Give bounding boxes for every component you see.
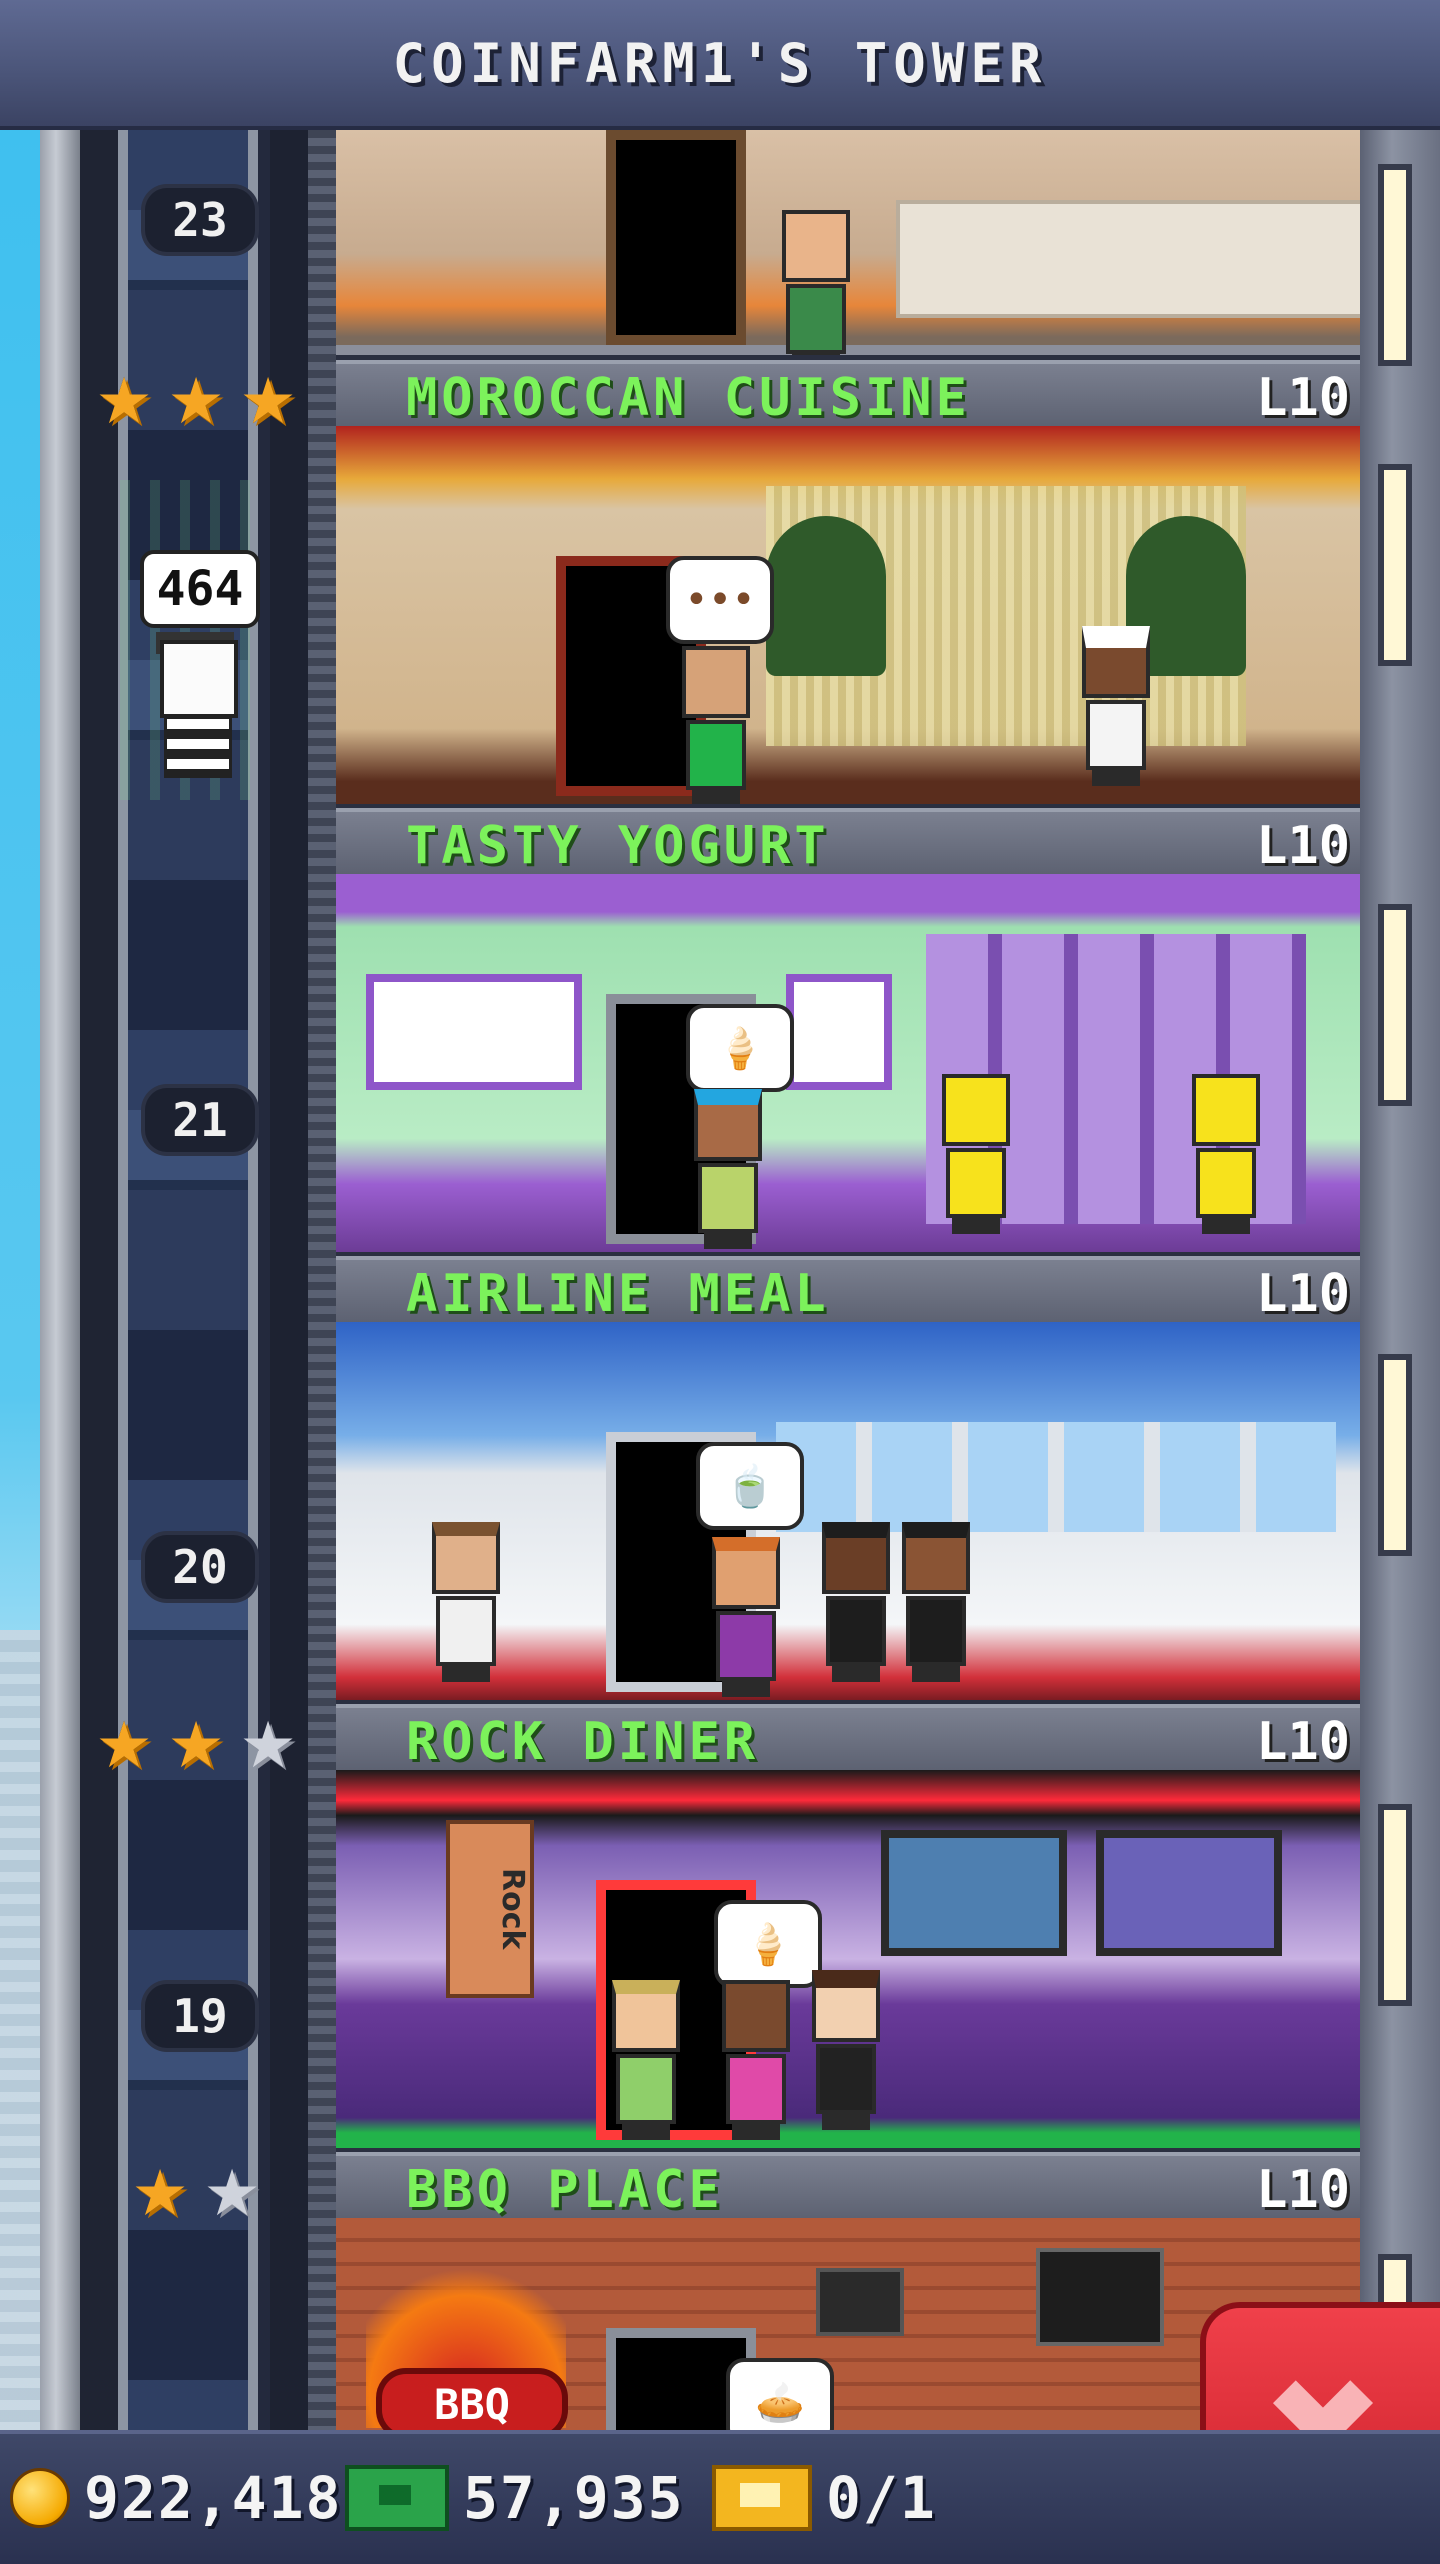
sky-background [0, 130, 40, 2430]
bitizen[interactable] [716, 1980, 796, 2140]
floor-level: L10 [1256, 2160, 1350, 2220]
room-interior[interactable]: ••• [336, 426, 1360, 804]
plant [766, 516, 886, 676]
thought-bubble: 🍵 [696, 1442, 804, 1530]
floor-number: 21 [145, 1088, 255, 1152]
star-icon: ★ [167, 365, 225, 439]
shaft-rail-left [40, 130, 80, 2430]
floor-name: AIRLINE MEAL [406, 1264, 830, 1324]
tower-frame-right [1360, 130, 1440, 2450]
star-icon: ★ [239, 1709, 297, 1783]
floor-level: L10 [1256, 1264, 1350, 1324]
floor-level: L10 [1256, 368, 1350, 428]
city-skyline [0, 1630, 40, 2430]
chef-bitizen[interactable] [1076, 626, 1156, 786]
star-icon: ★ [95, 365, 153, 439]
bitizen[interactable] [806, 1970, 886, 2130]
floor-name: MOROCCAN CUISINE [406, 368, 971, 428]
bitizen[interactable] [706, 1537, 786, 1697]
pilot-bitizen[interactable] [896, 1522, 976, 1682]
bux-display[interactable]: 57,935 [345, 2462, 685, 2534]
coins-display[interactable]: 922,418 [10, 2462, 342, 2534]
title-bar: COINFARM1'S TOWER [0, 0, 1440, 130]
coin-icon [10, 2468, 70, 2528]
ticket-icon [712, 2465, 812, 2531]
bux-value: 57,935 [463, 2464, 685, 2532]
star-icon: ★ [203, 2157, 261, 2231]
floor-number: 20 [145, 1535, 255, 1599]
elevator-track [118, 130, 258, 2430]
plane-windows [776, 1422, 1336, 1532]
floor-label: TASTY YOGURT L10 [336, 808, 1360, 878]
tv-screen [1096, 1830, 1282, 1956]
cable-left [118, 130, 128, 2430]
tickets-display[interactable]: 0/1 [712, 2462, 937, 2534]
tv-screen [881, 1830, 1067, 1956]
wall-screen [816, 2268, 904, 2336]
room-interior[interactable]: 🍵 [336, 1322, 1360, 1700]
resource-bar: 922,418 57,935 0/1 [0, 2430, 1440, 2564]
passenger-count-bubble: 464 [140, 550, 260, 628]
bux-icon [345, 2465, 449, 2531]
room-partial-top[interactable] [336, 130, 1360, 355]
menu-board [1036, 2248, 1164, 2346]
bitizen[interactable] [688, 1089, 768, 1249]
tickets-value: 0/1 [826, 2464, 937, 2532]
shaft-rail-right [308, 130, 336, 2430]
floor-number: 19 [145, 1984, 255, 2048]
rock-sign: Rock [446, 1820, 534, 1998]
floor-label: BBQ PLACE L10 [336, 2152, 1360, 2222]
hazmat-bitizen[interactable] [936, 1074, 1016, 1234]
thought-bubble: 🥧 [726, 2358, 834, 2430]
floor-label: MOROCCAN CUISINE L10 [336, 360, 1360, 430]
floor-name: TASTY YOGURT [406, 816, 830, 876]
floor-name: ROCK DINER [406, 1712, 760, 1772]
cable-right [248, 130, 258, 2430]
room-interior[interactable]: 🍦 [336, 874, 1360, 1252]
bitizen[interactable] [606, 1980, 686, 2140]
room-door [606, 130, 746, 345]
coins-value: 922,418 [84, 2464, 343, 2532]
floor-label: AIRLINE MEAL L10 [336, 1256, 1360, 1326]
bitizen[interactable] [676, 646, 756, 804]
elevator-bitizen[interactable] [150, 632, 240, 780]
star-icon: ★ [167, 1709, 225, 1783]
menu-board [786, 974, 892, 1090]
menu-board [366, 974, 582, 1090]
tower-title: COINFARM1'S TOWER [392, 31, 1048, 95]
floor-name: BBQ PLACE [406, 2160, 724, 2220]
room-interior[interactable]: Rock 🍦 [336, 1770, 1360, 2148]
star-icon: ★ [131, 2157, 189, 2231]
star-icon: ★ [239, 365, 297, 439]
thought-bubble: 🍦 [686, 1004, 794, 1092]
hazmat-bitizen[interactable] [1186, 1074, 1266, 1234]
floor-number: 23 [145, 188, 255, 252]
bitizen[interactable] [426, 1522, 506, 1682]
bitizen[interactable] [776, 210, 856, 355]
bbq-sign: BBQ [376, 2368, 568, 2430]
floor-level: L10 [1256, 816, 1350, 876]
star-icon: ★ [95, 1709, 153, 1783]
elevator-shaft[interactable] [40, 130, 336, 2430]
floor-level: L10 [1256, 1712, 1350, 1772]
pilot-bitizen[interactable] [816, 1522, 896, 1682]
floor-label: ROCK DINER L10 [336, 1704, 1360, 1774]
thought-bubble: ••• [666, 556, 774, 644]
